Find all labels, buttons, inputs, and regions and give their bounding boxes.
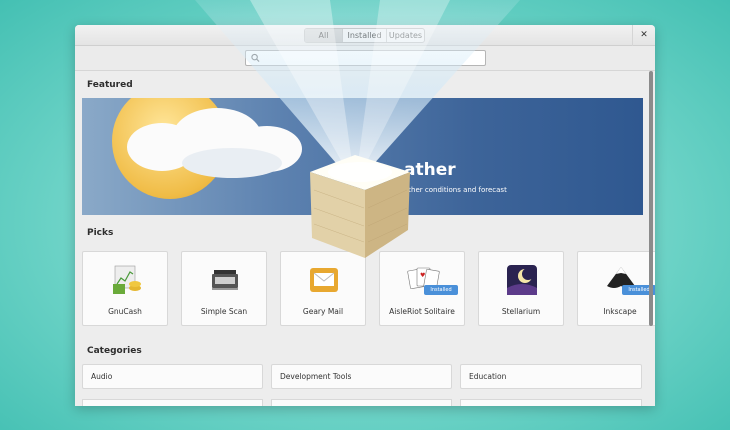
search-icon xyxy=(251,53,260,63)
category-tile[interactable] xyxy=(82,399,263,406)
app-tile-geary-mail[interactable]: Geary Mail xyxy=(280,251,366,326)
night-sky-icon xyxy=(507,265,537,295)
view-switcher: All Installed Updates xyxy=(304,28,425,43)
picks-grid: GnuCash Simple Scan Geary Mail ♥ Install… xyxy=(82,251,655,326)
close-button[interactable]: ✕ xyxy=(632,25,655,46)
installed-badge: Installed xyxy=(424,285,458,295)
tab-updates[interactable]: Updates xyxy=(387,29,424,42)
close-icon: ✕ xyxy=(640,30,648,40)
search-input[interactable] xyxy=(263,52,483,64)
app-tile-simple-scan[interactable]: Simple Scan xyxy=(181,251,267,326)
app-name: Simple Scan xyxy=(200,307,248,316)
featured-heading: Featured xyxy=(87,80,133,90)
category-tile[interactable] xyxy=(271,399,452,406)
tab-all[interactable]: All xyxy=(305,29,343,42)
app-name: Stellarium xyxy=(501,307,541,316)
svg-text:♥: ♥ xyxy=(420,272,425,279)
gnucash-icon xyxy=(113,265,141,294)
featured-title: ather xyxy=(404,160,456,180)
category-development-tools[interactable]: Development Tools xyxy=(271,364,452,389)
search-bar xyxy=(75,46,655,71)
category-tile[interactable] xyxy=(460,399,642,406)
featured-banner[interactable]: ather ather conditions and forecast xyxy=(82,98,643,215)
tab-installed[interactable]: Installed xyxy=(343,29,387,42)
app-tile-gnucash[interactable]: GnuCash xyxy=(82,251,168,326)
header-bar: All Installed Updates ✕ xyxy=(75,25,655,46)
featured-subtitle: ather conditions and forecast xyxy=(404,186,507,194)
category-audio[interactable]: Audio xyxy=(82,364,263,389)
app-tile-stellarium[interactable]: Stellarium xyxy=(478,251,564,326)
software-window: All Installed Updates ✕ Featured ather a… xyxy=(75,25,655,406)
categories-heading: Categories xyxy=(87,346,142,356)
picks-heading: Picks xyxy=(87,228,114,238)
app-name: GnuCash xyxy=(108,307,142,316)
app-name: Inkscape xyxy=(603,307,637,316)
app-tile-inkscape[interactable]: Installed Inkscape xyxy=(577,251,655,326)
mail-icon xyxy=(310,268,338,292)
app-name: Geary Mail xyxy=(302,307,344,316)
category-education[interactable]: Education xyxy=(460,364,642,389)
search-field[interactable] xyxy=(245,50,486,66)
scanner-icon xyxy=(212,270,238,290)
app-name: AisleRiot Solitaire xyxy=(389,307,455,316)
app-tile-aisleriot[interactable]: ♥ Installed AisleRiot Solitaire xyxy=(379,251,465,326)
scrollbar[interactable] xyxy=(649,71,653,326)
